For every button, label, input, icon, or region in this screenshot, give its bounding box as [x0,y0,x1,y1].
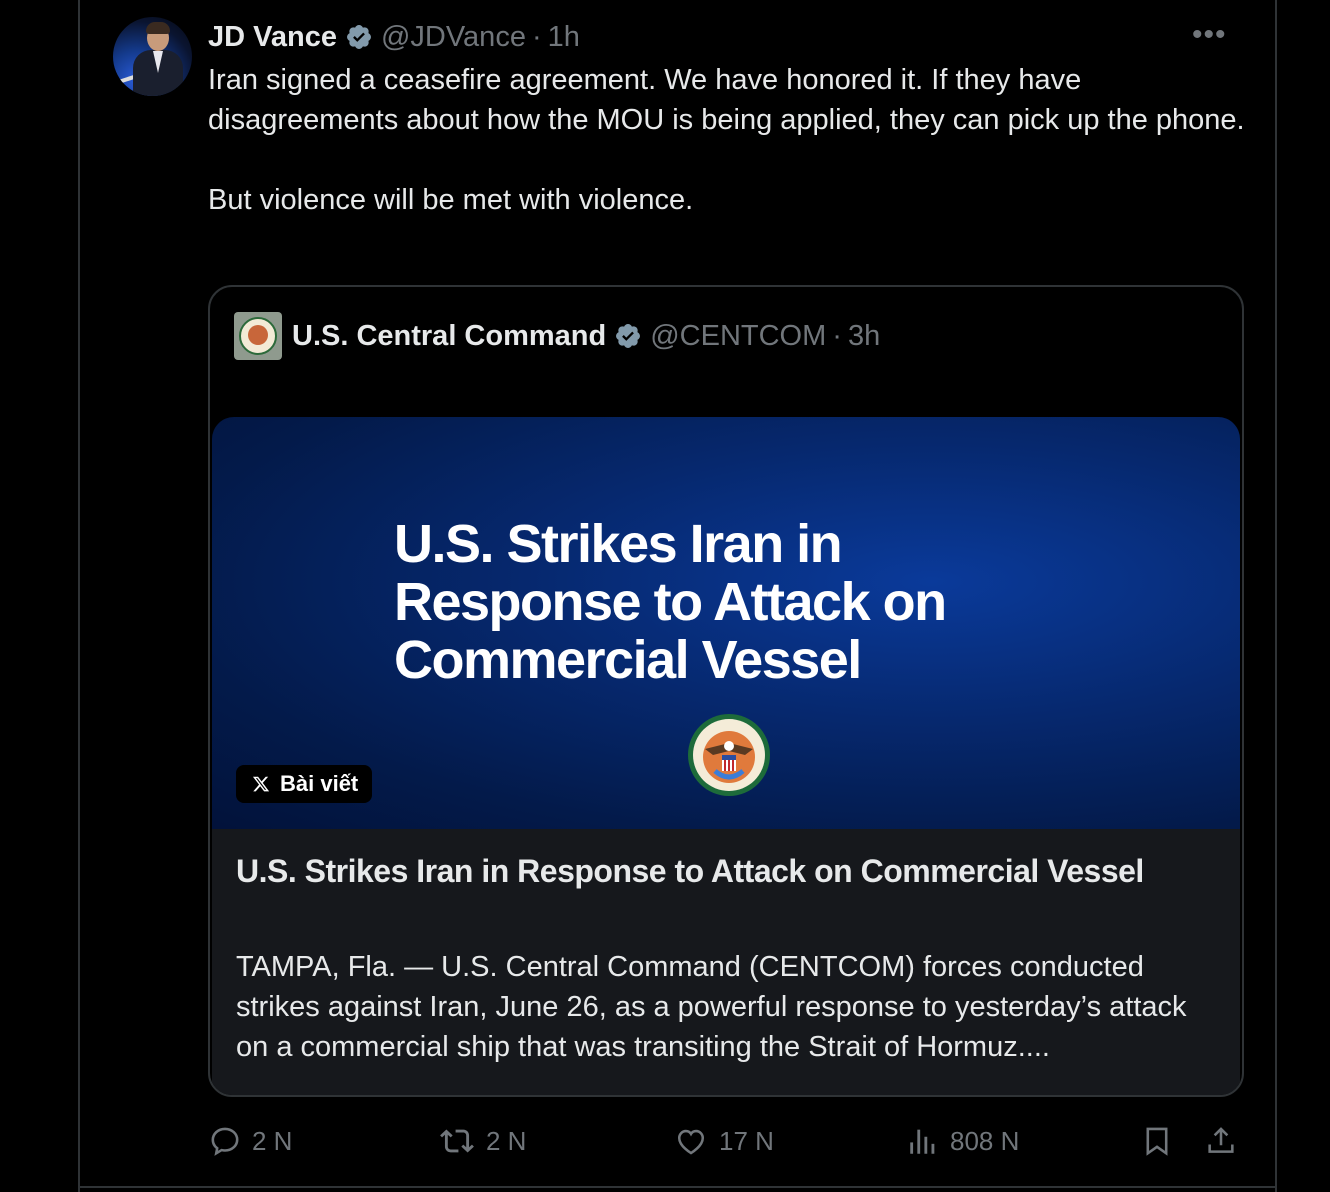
link-card-title: U.S. Strikes Iran in Response to Attack … [236,853,1144,889]
quoted-timestamp[interactable]: 3h [848,320,880,353]
media-headline: U.S. Strikes Iran in Response to Attack … [394,514,947,690]
tweet-text-paragraph: But violence will be met with violence. [208,184,694,216]
verified-badge-icon[interactable] [345,23,373,51]
timeline-right-border [1275,0,1277,1192]
link-card-description: TAMPA, Fla. — U.S. Central Command (CENT… [236,951,1187,1063]
seal-core [248,325,268,345]
share-button[interactable] [1204,1124,1238,1158]
reply-button[interactable]: 2 N [208,1124,292,1158]
bookmark-icon [1146,1127,1168,1156]
views-count: 808 N [950,1125,1020,1156]
tweet-header: JD Vance @JDVance · 1h [208,18,580,56]
author-name[interactable]: JD Vance [208,21,337,54]
like-icon [677,1129,705,1155]
views-icon [910,1129,935,1154]
reply-icon [211,1127,239,1156]
tweet-text: Iran signed a ceasefire agreement. We ha… [208,60,1248,220]
x-logo-icon [252,776,270,792]
header-separator: · [531,20,542,53]
like-count: 17 N [719,1125,774,1156]
tweet-actions: 2 N 2 N 17 N 808 N [0,1120,1330,1162]
quoted-author-handle[interactable]: @CENTCOM [650,320,826,353]
repost-button[interactable]: 2 N [438,1124,526,1158]
quoted-author-avatar[interactable] [234,312,282,360]
post-badge-label: Bài viết [280,771,359,796]
avatar-detail [146,22,170,34]
repost-icon [440,1129,474,1153]
quoted-tweet[interactable]: U.S. Central Command @CENTCOM · 3h U.S. … [208,285,1244,1097]
header-separator: · [832,319,842,352]
tweet-divider [80,1186,1277,1188]
tweet-text-paragraph: Iran signed a ceasefire agreement. We ha… [208,64,1245,136]
share-icon [1208,1127,1234,1153]
quoted-author-name[interactable]: U.S. Central Command [292,320,606,353]
link-card-text[interactable]: U.S. Strikes Iran in Response to Attack … [212,829,1240,1095]
bookmark-button[interactable] [1140,1124,1174,1158]
verified-badge-icon[interactable] [614,322,642,350]
quoted-tweet-header: U.S. Central Command @CENTCOM · 3h [234,311,880,361]
author-avatar[interactable] [113,17,192,96]
tweet-timestamp[interactable]: 1h [548,21,580,54]
more-icon[interactable]: ••• [1192,20,1227,50]
author-handle[interactable]: @JDVance [381,21,526,54]
centcom-seal-icon [688,714,770,796]
post-badge: Bài viết [236,765,373,803]
repost-count: 2 N [486,1125,527,1156]
views-button[interactable]: 808 N [906,1124,1019,1158]
timeline-left-border [78,0,80,1192]
reply-count: 2 N [252,1125,293,1156]
link-card-image[interactable]: U.S. Strikes Iran in Response to Attack … [212,417,1240,829]
like-button[interactable]: 17 N [673,1124,774,1158]
